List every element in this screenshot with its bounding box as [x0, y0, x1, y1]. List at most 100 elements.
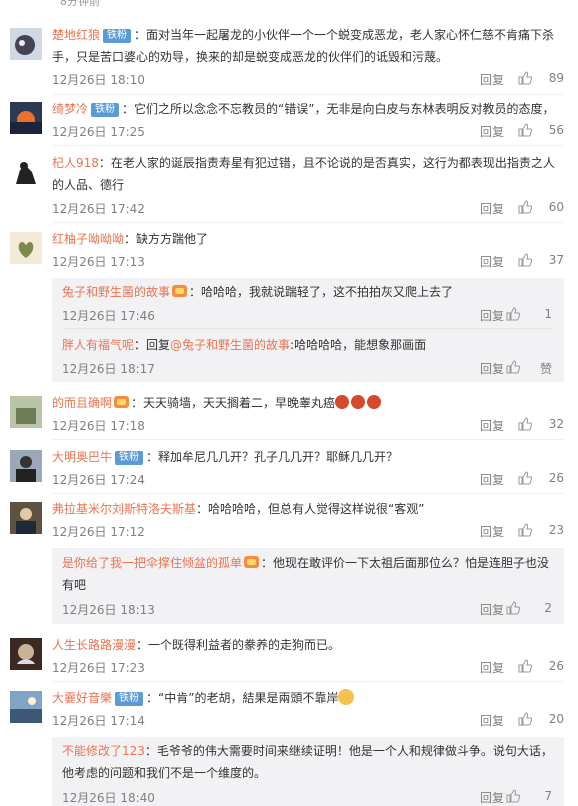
reply-body: 兔子和野生菌的故事 ：哈哈哈，我就说踹轻了，这不拍拍灰又爬上去了	[62, 281, 554, 303]
thumb-up-icon	[518, 523, 532, 537]
emoji-icon	[335, 395, 350, 409]
username-link[interactable]: 胖人有福气呢	[62, 338, 134, 352]
thumb-up-icon	[518, 712, 532, 726]
reply-date: 12月26日 18:40	[62, 791, 155, 805]
reply-body: 不能修改了123：毛爷爷的伟大需要时间来继续证明！他是一个人和规律做斗争。说句大…	[62, 740, 554, 784]
comment-body: 杞人918：在老人家的诞辰指责寿星有犯过错，且不论说的是否真实，这行为都表现出指…	[52, 152, 564, 196]
comment-meta: 12月26日 17:23 回复 26	[52, 659, 564, 675]
like-button[interactable]: 32	[518, 417, 564, 431]
comment-date: 12月26日 17:18	[52, 419, 145, 433]
fan-badge[interactable]: 铁粉	[103, 29, 132, 43]
comment-text: ：在老人家的诞辰指责寿星有犯过错，且不论说的是否真实，这行为都表现出指责之人的人…	[52, 156, 555, 192]
comment-item: 大嫑好音樂 铁粉 ：“中肯”的老胡，結果是兩頭不靠岸 12月26日 17:14 回复…	[0, 687, 578, 735]
like-button[interactable]: 89	[518, 71, 564, 85]
comment-meta: 12月26日 17:13 回复 37	[52, 253, 564, 269]
reply-button[interactable]: 回复	[480, 71, 504, 88]
reply-button[interactable]: 回复	[480, 601, 504, 618]
username-link[interactable]: 杞人918	[52, 156, 99, 170]
reply-button[interactable]: 回复	[480, 123, 504, 140]
reply-button[interactable]: 回复	[480, 253, 504, 270]
reply-text: ：哈哈哈，我就说踹轻了，这不拍拍灰又爬上去了	[189, 285, 454, 299]
like-button[interactable]: 26	[518, 659, 564, 673]
avatar[interactable]	[10, 28, 42, 60]
like-count: 1	[544, 307, 552, 321]
reply-thread: 兔子和野生菌的故事 ：哈哈哈，我就说踹轻了，这不拍拍灰又爬上去了 12月26日 1…	[52, 278, 564, 382]
comment-body: 红柚子呦呦呦：缺方方踹他了	[52, 228, 564, 250]
comment-meta: 12月26日 17:14 回复 20	[52, 712, 564, 728]
reply-thread: 不能修改了123：毛爷爷的伟大需要时间来继续证明！他是一个人和规律做斗争。说句大…	[52, 737, 564, 806]
like-button[interactable]: 26	[518, 471, 564, 485]
avatar[interactable]	[10, 638, 42, 670]
comment-item: 绮梦冷 铁粉 ：它们之所以念念不忘教员的“错误”，无非是向白皮与东林表明反对教员的态…	[0, 98, 578, 146]
like-button[interactable]: 60	[518, 200, 564, 214]
reply-button[interactable]: 回复	[480, 417, 504, 434]
like-button[interactable]: 37	[518, 253, 564, 267]
comment-item: 大明奥巴牛 铁粉 ：释加牟尼几几开？孔子几几开？耶稣几几开？ 12月26日 17:2…	[0, 446, 578, 494]
username-link[interactable]: 弗拉基米尔刘斯特洛夫斯基	[52, 502, 196, 516]
comment-text: ：一个既得利益者的豢养的走狗而已。	[136, 638, 341, 652]
reply-button[interactable]: 回复	[480, 789, 504, 806]
divider	[52, 493, 564, 494]
divider	[52, 94, 564, 95]
like-button[interactable]: 23	[518, 523, 564, 537]
like-count: 2	[544, 601, 552, 615]
username-link[interactable]: 兔子和野生菌的故事	[62, 285, 170, 299]
thumb-up-icon	[518, 417, 532, 431]
username-link[interactable]: 红柚子呦呦呦	[52, 232, 124, 246]
reply-text: ：回复	[134, 338, 171, 352]
like-button[interactable]: 20	[518, 712, 564, 726]
like-button[interactable]: 1	[506, 307, 552, 321]
mention-link[interactable]: @兔子和野生菌的故事	[170, 338, 290, 352]
username-link[interactable]: 是你给了我一把伞撑住倾盆的孤单	[62, 556, 242, 570]
username-link[interactable]: 人生长路路漫漫	[52, 638, 136, 652]
reply-button[interactable]: 回复	[480, 307, 504, 324]
comment-body: 弗拉基米尔刘斯特洛夫斯基：哈哈哈哈，但总有人觉得这样说很“客观”	[52, 498, 564, 520]
like-button[interactable]: 56	[518, 123, 564, 137]
avatar[interactable]	[10, 450, 42, 482]
username-link[interactable]: 的而且确啊	[52, 396, 112, 410]
divider	[52, 222, 564, 223]
comment-meta: 12月26日 17:18 回复 32	[52, 417, 564, 433]
username-link[interactable]: 楚地红狼	[52, 28, 100, 42]
comment-item: 杞人918：在老人家的诞辰指责寿星有犯过错，且不论说的是否真实，这行为都表现出指…	[0, 152, 578, 223]
fan-badge[interactable]: 铁粉	[115, 451, 144, 465]
comment-date: 12月26日 17:14	[52, 714, 145, 728]
avatar[interactable]	[10, 156, 42, 188]
username-link[interactable]: 不能修改了123	[62, 744, 145, 758]
like-count: 20	[548, 712, 564, 726]
fan-badge[interactable]: 铁粉	[91, 103, 120, 117]
divider	[52, 439, 564, 440]
like-count: 赞	[539, 362, 552, 376]
reply-body: 是你给了我一把伞撑住倾盆的孤单 ：他现在敢评价一下太祖后面那位么？怕是连胆子也没有…	[62, 552, 554, 596]
comment-meta: 12月26日 18:10 回复 89	[52, 71, 564, 87]
divider	[52, 681, 564, 682]
username-link[interactable]: 大嫑好音樂	[52, 691, 112, 705]
username-link[interactable]: 绮梦冷	[52, 102, 88, 116]
comment-text: ：缺方方踹他了	[124, 232, 209, 246]
reply-thread: 是你给了我一把伞撑住倾盆的孤单 ：他现在敢评价一下太祖后面那位么？怕是连胆子也没有…	[52, 548, 564, 624]
avatar[interactable]	[10, 691, 42, 723]
reply-meta: 12月26日 18:17 回复 赞	[62, 360, 564, 376]
avatar[interactable]	[10, 396, 42, 428]
reply-button[interactable]: 回复	[480, 200, 504, 217]
comment-meta: 12月26日 17:42 回复 60	[52, 200, 564, 216]
comment-body: 大明奥巴牛 铁粉 ：释加牟尼几几开？孔子几几开？耶稣几几开？	[52, 446, 564, 468]
avatar[interactable]	[10, 232, 42, 264]
like-button[interactable]: 2	[506, 601, 552, 615]
fan-badge[interactable]: 铁粉	[115, 692, 144, 706]
reply-button[interactable]: 回复	[480, 523, 504, 540]
reply-button[interactable]: 回复	[480, 471, 504, 488]
avatar[interactable]	[10, 502, 42, 534]
reply-button[interactable]: 回复	[480, 360, 504, 377]
divider	[52, 145, 564, 146]
reply-body: 胖人有福气呢：回复@兔子和野生菌的故事:哈哈哈哈，能想象那画面	[62, 334, 554, 356]
thumb-up-icon	[506, 360, 520, 374]
like-button[interactable]: 赞	[506, 360, 552, 377]
reply-button[interactable]: 回复	[480, 659, 504, 676]
reply-date: 12月26日 18:13	[62, 603, 155, 617]
avatar[interactable]	[10, 102, 42, 134]
reply-button[interactable]: 回复	[480, 712, 504, 729]
thumb-up-icon	[518, 253, 532, 267]
like-button[interactable]: 7	[506, 789, 552, 803]
username-link[interactable]: 大明奥巴牛	[52, 450, 112, 464]
